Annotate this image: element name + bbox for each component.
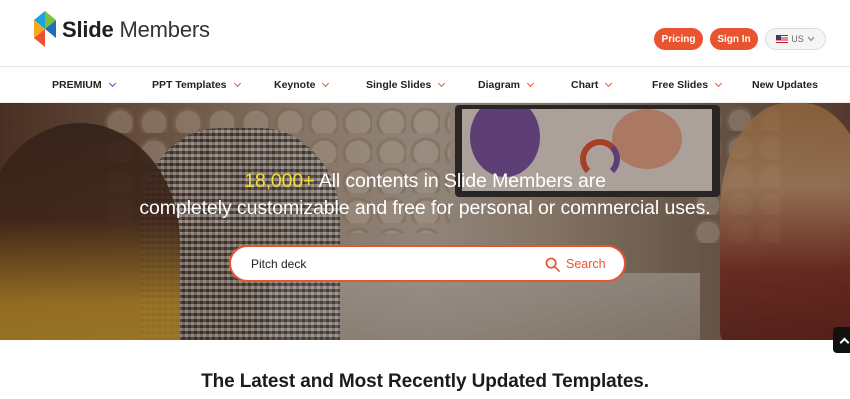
nav-item-new-updates[interactable]: New Updates: [752, 67, 818, 103]
nav-item-label: New Updates: [752, 79, 818, 91]
logo-text-bold: Slide: [62, 17, 114, 42]
site-header: Slide Members Pricing Sign In US: [0, 0, 850, 67]
scroll-to-top-button[interactable]: [833, 327, 850, 353]
search-button[interactable]: Search: [545, 253, 606, 275]
hero-headline: 18,000+ All contents in Slide Members ar…: [0, 170, 850, 193]
hero-banner: 18,000+ All contents in Slide Members ar…: [0, 103, 850, 340]
search-button-label: Search: [566, 257, 606, 271]
chevron-down-icon: [233, 79, 241, 88]
language-label: US: [791, 34, 804, 44]
nav-item-label: Diagram: [478, 79, 521, 91]
chevron-down-icon: [526, 79, 535, 88]
chevron-down-icon: [438, 79, 446, 88]
logo-mark-icon: [34, 11, 56, 49]
nav-item-premium[interactable]: PREMIUM: [52, 67, 116, 103]
section-title: The Latest and Most Recently Updated Tem…: [201, 371, 649, 392]
chevron-down-icon: [108, 79, 116, 88]
hero-count: 18,000+: [244, 170, 315, 192]
nav-item-label: Keynote: [274, 79, 316, 91]
nav-item-label: Chart: [571, 79, 599, 91]
pricing-button[interactable]: Pricing: [654, 28, 703, 50]
search-bar: Search: [229, 245, 626, 282]
site-logo[interactable]: Slide Members: [34, 10, 210, 50]
logo-text: Slide Members: [62, 17, 210, 43]
chevron-down-icon: [807, 36, 815, 42]
chevron-down-icon: [714, 79, 723, 88]
search-icon: [545, 257, 560, 272]
chevron-down-icon: [322, 79, 330, 88]
logo-text-light: Members: [119, 17, 210, 42]
nav-item-single-slides[interactable]: Single Slides: [366, 67, 446, 103]
nav-item-keynote[interactable]: Keynote: [274, 67, 330, 103]
nav-item-label: Single Slides: [366, 79, 432, 91]
chevron-up-icon: [839, 337, 849, 347]
hero-headline-text: All contents in Slide Members are: [314, 170, 606, 192]
nav-item-label: PPT Templates: [152, 79, 227, 91]
hero-overlay: [0, 103, 850, 340]
nav-item-diagram[interactable]: Diagram: [478, 67, 535, 103]
chevron-down-icon: [605, 79, 613, 88]
sign-in-button[interactable]: Sign In: [710, 28, 758, 50]
nav-item-chart[interactable]: Chart: [571, 67, 613, 103]
nav-item-free-slides[interactable]: Free Slides: [652, 67, 723, 103]
nav-item-label: Free Slides: [652, 79, 709, 91]
nav-item-label: PREMIUM: [52, 79, 102, 91]
hero-subheadline: completely customizable and free for per…: [139, 197, 711, 219]
language-selector[interactable]: US: [765, 28, 826, 50]
search-input[interactable]: [251, 255, 541, 273]
main-nav: PREMIUM PPT Templates Keynote Single Sli…: [0, 67, 850, 103]
us-flag-icon: [776, 35, 789, 43]
nav-item-ppt-templates[interactable]: PPT Templates: [152, 67, 241, 103]
